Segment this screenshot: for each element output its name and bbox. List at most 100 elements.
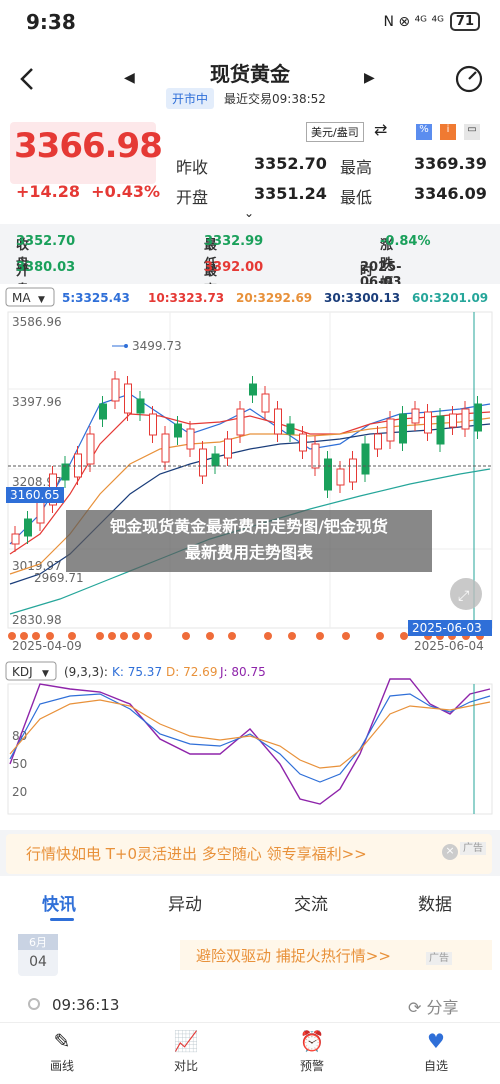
tab-data[interactable]: 数据 <box>418 890 452 915</box>
active-tab-indicator <box>50 918 74 921</box>
candle <box>86 433 95 465</box>
event-dot <box>144 632 152 640</box>
status-bar: 9:38 N ⊗ ⁴ᴳ ⁴ᴳ 71 <box>0 0 500 44</box>
open-label: 开盘 <box>176 188 209 207</box>
high-value: 3369.39 <box>414 154 487 173</box>
timeline-dot <box>28 998 40 1010</box>
price-axis-mid: 3397.96 <box>12 395 62 409</box>
close-icon[interactable]: × <box>442 844 458 860</box>
status-icons: N ⊗ ⁴ᴳ ⁴ᴳ 71 <box>383 12 480 31</box>
feed-ad-tag: 广告 <box>426 946 452 965</box>
status-time: 9:38 <box>26 10 76 34</box>
candle <box>474 403 482 432</box>
candle <box>124 383 132 414</box>
share-icon: ⟳ <box>408 998 422 1017</box>
candle <box>136 398 145 414</box>
share-button[interactable]: ⟳ 分享 <box>408 994 459 1018</box>
ma20-label: 20:3292.69 <box>236 291 312 305</box>
ad-tag: 广告 <box>460 836 486 855</box>
chart-settings-icon[interactable]: ▭ <box>464 124 480 140</box>
candle <box>324 458 332 491</box>
percent-icon[interactable]: % <box>416 124 432 140</box>
candle <box>199 448 207 477</box>
event-dot <box>228 632 236 640</box>
compare-icon[interactable]: 📈 <box>156 1029 216 1053</box>
nav-favorite[interactable]: 自选 <box>406 1057 466 1074</box>
feed-ad[interactable]: 避险双驱动 捕捉火热行情>> 广告 <box>180 940 492 970</box>
candle <box>449 413 457 428</box>
ad-banner[interactable]: 行情快如电 T+0灵活进出 多空随心 领专享福利>> 广告 × <box>6 834 492 874</box>
candle <box>99 403 107 420</box>
refresh-icon[interactable] <box>454 64 484 94</box>
candle <box>399 413 407 444</box>
candle <box>374 433 382 450</box>
nav-draw[interactable]: 画线 <box>32 1057 92 1074</box>
ad-text[interactable]: 行情快如电 T+0灵活进出 多空随心 领专享福利>> <box>26 843 367 864</box>
low-value: 3346.09 <box>414 184 487 203</box>
tab-news[interactable]: 快讯 <box>42 890 76 915</box>
date-start: 2025-04-09 <box>12 639 82 653</box>
battery-icon: 71 <box>449 12 480 31</box>
event-dot <box>206 632 214 640</box>
tab-movements[interactable]: 异动 <box>168 890 202 915</box>
event-dot <box>316 632 324 640</box>
news-time: 09:36:13 <box>52 996 120 1014</box>
feed-ad-text[interactable]: 避险双驱动 捕捉火热行情>> <box>196 945 391 966</box>
cursor-date: 2025-06-03 <box>412 621 482 635</box>
kdj-j-line <box>9 678 491 805</box>
candle <box>411 408 420 424</box>
candle <box>224 438 232 459</box>
candle <box>149 413 157 436</box>
tab-discussion[interactable]: 交流 <box>294 890 328 915</box>
unit-selector[interactable]: 美元/盎司 <box>306 122 364 142</box>
candle <box>436 415 445 445</box>
nav-alert[interactable]: 预警 <box>282 1057 342 1074</box>
kdj-tick-50: 50 <box>12 757 27 771</box>
candle <box>424 411 432 434</box>
kdj-tick-20: 20 <box>12 785 27 799</box>
high-label: 最高 <box>340 158 373 177</box>
candle <box>361 443 370 475</box>
swap-icon[interactable]: ⇄ <box>374 120 387 139</box>
event-dot <box>400 632 408 640</box>
draw-line-icon[interactable]: ✎ <box>32 1029 92 1053</box>
candle <box>274 408 282 435</box>
trough-label: 2969.71 <box>34 571 84 585</box>
market-status-badge: 开市中 <box>166 88 215 109</box>
watermark-banner: 钯金现货黄金最新费用走势图/钯金现货 最新费用走势图表 <box>66 510 432 572</box>
header: ◀ ▶ 现货黄金 开市中 最近交易09:38:52 <box>0 44 500 116</box>
prev-close-label: 昨收 <box>176 158 209 177</box>
ma-dropdown-icon: ▼ <box>38 295 45 305</box>
last-trade-time: 最近交易09:38:52 <box>224 92 326 106</box>
candle <box>461 408 470 430</box>
event-dot <box>182 632 190 640</box>
heart-icon[interactable]: ♥ <box>406 1029 466 1053</box>
event-dot <box>376 632 384 640</box>
peak-dot <box>124 344 128 348</box>
price-change: +14.28 +0.43% <box>16 182 161 201</box>
candle <box>386 418 395 442</box>
fullscreen-glyph: ⤢ <box>458 588 469 604</box>
page-title: 现货黄金 <box>210 62 290 86</box>
ma-name: MA <box>12 291 31 305</box>
prev-close-value: 3352.70 <box>254 154 327 173</box>
event-dot <box>96 632 104 640</box>
low-label: 最低 <box>340 188 373 207</box>
bottom-nav: ✎ 画线 📈 对比 ⏰ 预警 ♥ 自选 <box>0 1022 500 1084</box>
open-value: 3351.24 <box>254 184 327 203</box>
kdj-d: D: 72.69 <box>166 665 217 679</box>
kdj-params: (9,3,3): <box>64 665 108 679</box>
candle <box>311 443 320 469</box>
alarm-icon[interactable]: ⏰ <box>282 1029 342 1053</box>
expand-chevron-icon[interactable]: ⌄ <box>244 206 254 220</box>
candle <box>236 408 245 436</box>
date-end: 2025-06-04 <box>414 639 484 653</box>
event-dot <box>342 632 350 640</box>
ma10-label: 10:3323.73 <box>148 291 224 305</box>
kdj-j: J: 80.75 <box>219 665 266 679</box>
event-dot <box>108 632 116 640</box>
info-icon[interactable]: i <box>440 124 456 140</box>
ma60-label: 60:3201.09 <box>412 291 488 305</box>
nav-compare[interactable]: 对比 <box>156 1057 216 1074</box>
ma30-label: 30:3300.13 <box>324 291 400 305</box>
